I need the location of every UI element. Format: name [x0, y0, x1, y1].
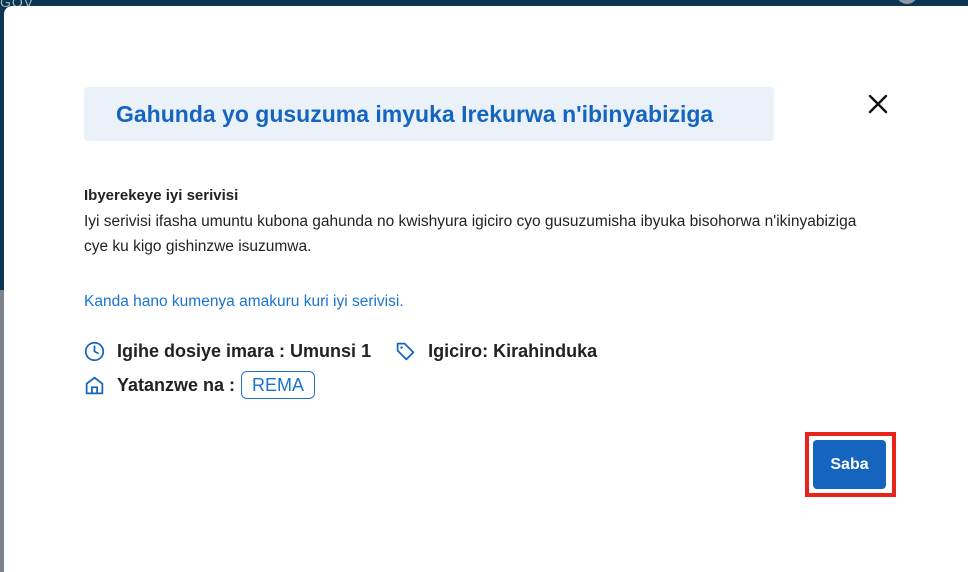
close-button[interactable]: [866, 92, 890, 116]
modal-header: Gahunda yo gusuzuma imyuka Irekurwa n'ib…: [84, 87, 774, 141]
provider-row: Yatanzwe na : REMA: [84, 371, 316, 399]
clock-icon: [84, 341, 105, 362]
apply-button[interactable]: Saba: [813, 440, 886, 489]
backdrop-avatar: [896, 0, 918, 4]
provider-badge: REMA: [241, 371, 316, 399]
modal-title: Gahunda yo gusuzuma imyuka Irekurwa n'ib…: [116, 100, 714, 127]
more-info-link[interactable]: Kanda hano kumenya amakuru kuri iyi seri…: [84, 293, 404, 311]
tag-icon: [396, 342, 415, 361]
close-icon: [868, 94, 888, 114]
service-modal: Gahunda yo gusuzuma imyuka Irekurwa n'ib…: [4, 6, 968, 572]
section-heading: Ibyerekeye iyi serivisi: [84, 187, 239, 204]
processing-time: Igihe dosiye imara : Umunsi 1: [117, 341, 372, 361]
service-description: Iyi serivisi ifasha umuntu kubona gahund…: [84, 213, 857, 255]
price: Igiciro: Kirahinduka: [428, 341, 598, 361]
service-meta-row: Igihe dosiye imara : Umunsi 1 Igiciro: K…: [84, 341, 597, 362]
provider-label: Yatanzwe na :: [117, 374, 236, 395]
home-icon: [85, 376, 104, 394]
